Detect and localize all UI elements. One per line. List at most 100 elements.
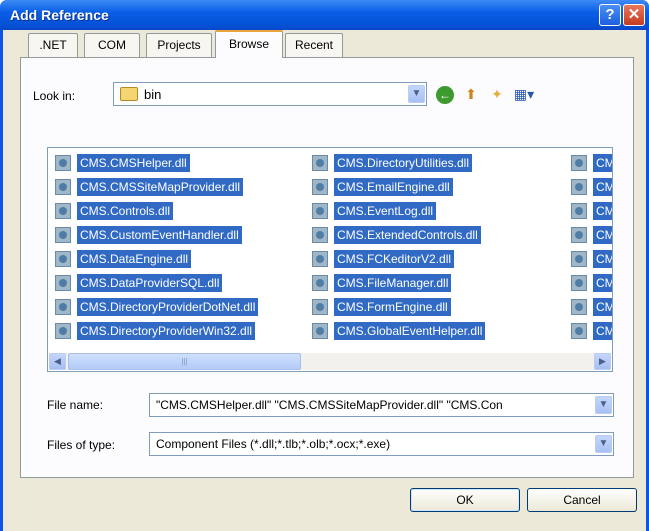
dll-file-icon [571, 275, 587, 291]
list-item[interactable]: CMS [571, 249, 612, 269]
dll-file-icon [55, 155, 71, 171]
list-item[interactable]: CMS.Controls.dll [55, 201, 174, 221]
list-item[interactable]: CMS [571, 225, 612, 245]
list-item[interactable]: CMS.GlobalEventHelper.dll [312, 321, 486, 341]
ok-button[interactable]: OK [410, 488, 520, 512]
files-of-type-value: Component Files (*.dll;*.tlb;*.olb;*.ocx… [156, 437, 391, 451]
dll-file-icon [55, 251, 71, 267]
file-name-value: "CMS.CMSHelper.dll" "CMS.CMSSiteMapProvi… [156, 398, 503, 412]
dll-file-icon [55, 323, 71, 339]
dll-file-icon [571, 227, 587, 243]
dll-file-icon [571, 203, 587, 219]
dll-file-icon [312, 155, 328, 171]
list-item[interactable]: CMS [571, 297, 612, 317]
dll-file-icon [571, 299, 587, 315]
list-item[interactable]: CMS.DataProviderSQL.dll [55, 273, 223, 293]
list-item[interactable]: CMS [571, 177, 612, 197]
file-name: CMS.GlobalEventHelper.dll [334, 322, 486, 340]
cancel-button[interactable]: Cancel [527, 488, 637, 512]
dll-file-icon [312, 227, 328, 243]
file-name: CMS [593, 298, 612, 316]
scroll-right-icon[interactable]: ▶ [594, 353, 611, 370]
dll-file-icon [55, 203, 71, 219]
files-of-type-dropdown[interactable]: Component Files (*.dll;*.tlb;*.olb;*.ocx… [149, 432, 614, 456]
list-item[interactable]: CMS.CMSHelper.dll [55, 153, 190, 173]
file-name: CMS.ExtendedControls.dll [334, 226, 481, 244]
file-list[interactable]: CMS.CMSHelper.dll CMS.CMSSiteMapProvider… [47, 147, 613, 372]
scrollbar-thumb[interactable]: ||| [68, 353, 301, 370]
dll-file-icon [571, 155, 587, 171]
list-item[interactable]: CMS [571, 153, 612, 173]
file-name: CMS.CMSHelper.dll [77, 154, 190, 172]
new-folder-icon[interactable]: ✦ [487, 84, 507, 104]
tab-recent[interactable]: Recent [285, 33, 343, 57]
file-name: CMS.CMSSiteMapProvider.dll [77, 178, 244, 196]
list-item[interactable]: CMS.CustomEventHandler.dll [55, 225, 242, 245]
chevron-down-icon[interactable]: ▼ [408, 85, 425, 103]
file-name-field[interactable]: "CMS.CMSHelper.dll" "CMS.CMSSiteMapProvi… [149, 393, 614, 417]
back-icon[interactable]: ← [435, 84, 455, 104]
list-item[interactable]: CMS.FileManager.dll [312, 273, 452, 293]
file-name: CMS.DirectoryUtilities.dll [334, 154, 473, 172]
dll-file-icon [571, 323, 587, 339]
help-button[interactable]: ? [599, 4, 621, 26]
file-name-label: File name: [47, 398, 104, 412]
close-button[interactable]: ✕ [623, 4, 645, 26]
list-item[interactable]: CMS.DirectoryUtilities.dll [312, 153, 473, 173]
list-item[interactable]: CMS.EmailEngine.dll [312, 177, 453, 197]
list-item[interactable]: CMS.DataEngine.dll [55, 249, 192, 269]
file-name: CMS [593, 154, 612, 172]
list-item[interactable]: CMS.DirectoryProviderDotNet.dll [55, 297, 259, 317]
list-item[interactable]: CMS.ExtendedControls.dll [312, 225, 481, 245]
files-of-type-label: Files of type: [47, 438, 116, 452]
views-menu-icon[interactable]: ▦▾ [511, 84, 537, 104]
dll-file-icon [55, 227, 71, 243]
file-name: CMS [593, 178, 612, 196]
file-name: CMS.FileManager.dll [334, 274, 452, 292]
tab-net[interactable]: .NET [28, 33, 78, 57]
list-item[interactable]: CMS [571, 273, 612, 293]
dll-file-icon [312, 323, 328, 339]
list-item[interactable]: CMS.DirectoryProviderWin32.dll [55, 321, 256, 341]
dll-file-icon [571, 179, 587, 195]
dll-file-icon [571, 251, 587, 267]
chevron-down-icon[interactable]: ▼ [595, 396, 612, 414]
list-item[interactable]: CMS.EventLog.dll [312, 201, 437, 221]
tab-browse[interactable]: Browse [215, 30, 283, 58]
scroll-left-icon[interactable]: ◀ [49, 353, 66, 370]
look-in-value: bin [144, 87, 162, 102]
up-folder-icon[interactable]: ⬆ [461, 84, 481, 104]
file-name: CMS.DirectoryProviderDotNet.dll [77, 298, 259, 316]
chevron-down-icon[interactable]: ▼ [595, 435, 612, 453]
title-bar[interactable]: Add Reference ? ✕ [0, 0, 649, 30]
file-name: CMS [593, 274, 612, 292]
tab-com[interactable]: COM [84, 33, 140, 57]
file-name: CMS.EventLog.dll [334, 202, 437, 220]
file-name: CMS [593, 250, 612, 268]
dll-file-icon [312, 179, 328, 195]
list-item[interactable]: CMS.FormEngine.dll [312, 297, 451, 317]
list-item[interactable]: CMS.CMSSiteMapProvider.dll [55, 177, 244, 197]
list-item[interactable]: CMS.FCKeditorV2.dll [312, 249, 455, 269]
dll-file-icon [312, 299, 328, 315]
dll-file-icon [55, 299, 71, 315]
file-name: CMS.CustomEventHandler.dll [77, 226, 242, 244]
horizontal-scrollbar[interactable]: ◀ ||| ▶ [49, 353, 611, 370]
dll-file-icon [312, 203, 328, 219]
file-name: CMS.FormEngine.dll [334, 298, 451, 316]
file-name: CMS [593, 202, 612, 220]
file-name: CMS [593, 322, 612, 340]
file-name: CMS.DataEngine.dll [77, 250, 192, 268]
look-in-dropdown[interactable]: bin ▼ [113, 82, 427, 106]
dialog-title: Add Reference [10, 7, 109, 23]
list-item[interactable]: CMS [571, 201, 612, 221]
look-in-label: Look in: [33, 89, 76, 103]
list-item[interactable]: CMS [571, 321, 612, 341]
file-name: CMS.FCKeditorV2.dll [334, 250, 455, 268]
file-name: CMS.DirectoryProviderWin32.dll [77, 322, 256, 340]
file-name: CMS.DataProviderSQL.dll [77, 274, 223, 292]
tab-projects[interactable]: Projects [146, 33, 212, 57]
dll-file-icon [312, 251, 328, 267]
file-name: CMS [593, 226, 612, 244]
file-name: CMS.EmailEngine.dll [334, 178, 453, 196]
